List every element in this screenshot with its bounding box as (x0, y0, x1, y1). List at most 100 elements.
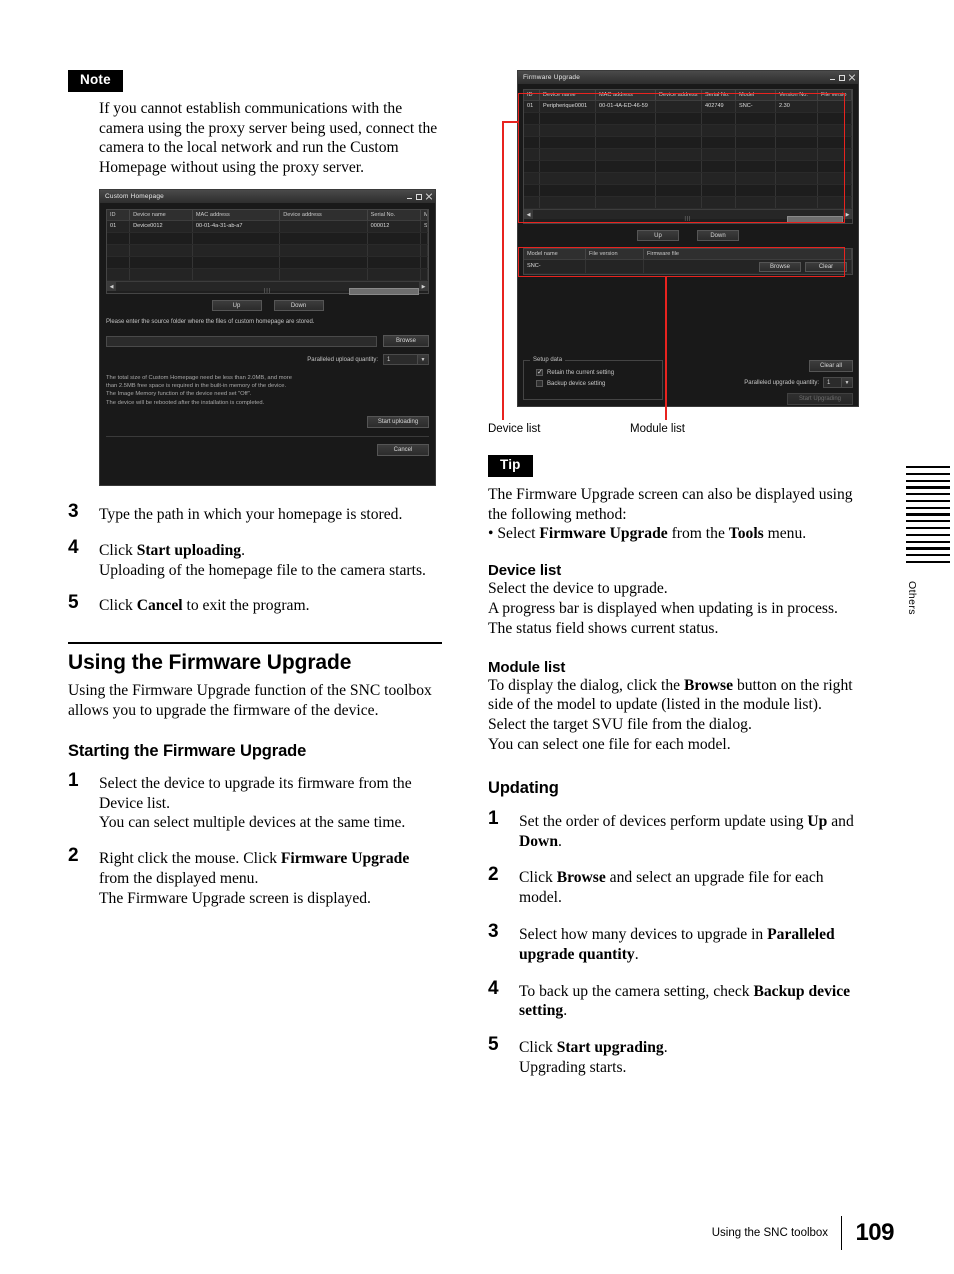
callout-device-list: Device list (488, 423, 541, 435)
ch-path-row: Browse (106, 335, 429, 348)
maximize-icon[interactable] (416, 193, 422, 200)
info-line: The total size of Custom Homepage need b… (106, 375, 292, 382)
fw-quantity-row: Paralleled upgrade quantity: 1 ▼ (744, 377, 853, 388)
step-number: 2 (488, 864, 499, 886)
table-row[interactable] (107, 257, 428, 270)
scroll-right-icon[interactable]: ▶ (419, 282, 428, 292)
custom-homepage-dialog: Custom Homepage ID Device name MAC addre… (99, 189, 436, 487)
scroll-grip-dots: ||| (264, 287, 271, 294)
backup-device-setting-checkbox[interactable]: Backup device setting (536, 380, 662, 387)
scroll-left-icon[interactable]: ◀ (107, 282, 116, 292)
down-button[interactable]: Down (697, 230, 739, 241)
checkbox-label: Retain the current setting (547, 369, 615, 376)
step-number: 4 (488, 977, 499, 999)
cancel-button[interactable]: Cancel (377, 443, 429, 456)
step-1: 1 Select the device to upgrade its firmw… (68, 770, 442, 833)
table-row[interactable] (107, 233, 428, 246)
module-list-highlight-box (518, 247, 845, 277)
left-substeps: 1 Select the device to upgrade its firmw… (68, 770, 442, 909)
close-icon[interactable] (848, 74, 855, 81)
tip-bullet: • Select Firmware Upgrade from the Tools… (488, 525, 807, 543)
side-thumb-tab: Others (906, 466, 950, 615)
tab-rule (906, 466, 950, 469)
maximize-icon[interactable] (839, 74, 845, 81)
browse-button[interactable]: Browse (383, 335, 429, 348)
fw-actions: Clear all Paralleled upgrade quantity: 1… (744, 360, 853, 405)
quantity-stepper[interactable]: 1 ▼ (823, 377, 853, 388)
minimize-icon[interactable] (407, 194, 413, 200)
side-tab-label: Others (906, 581, 918, 616)
clear-all-button[interactable]: Clear all (809, 360, 853, 372)
fw-order-buttons: Up Down (523, 230, 853, 241)
start-upgrading-button[interactable]: Start Upgrading (787, 393, 853, 405)
column-header[interactable]: Device address (280, 210, 368, 221)
tab-rule (906, 499, 950, 503)
info-line: The device will be rebooted after the in… (106, 399, 265, 406)
tab-rule (906, 520, 950, 523)
start-uploading-button[interactable]: Start uploading (367, 415, 429, 428)
chevron-down-icon[interactable]: ▼ (417, 355, 428, 365)
close-icon[interactable] (425, 193, 432, 200)
device-list-leader-horizontal (502, 121, 519, 123)
tab-rule (906, 540, 950, 543)
table-row[interactable] (107, 245, 428, 258)
path-input[interactable] (106, 335, 377, 347)
cell-serial: 000012 (368, 221, 421, 233)
fw-bottom-row: Setup data Retain the current setting Ba… (523, 357, 853, 405)
checkbox-label: Backup device setting (547, 380, 606, 387)
column-header[interactable]: ID (107, 210, 131, 221)
quantity-label: Paralleled upload quantity: (307, 356, 378, 363)
tab-rule (906, 486, 950, 489)
tip-badge-wrap: Tip (488, 455, 862, 477)
note-badge: Note (68, 70, 123, 92)
document-page: Note If you cannot establish communicati… (0, 0, 954, 1274)
tip-badge: Tip (488, 455, 533, 477)
dialog-body: ID Device name MAC address Device addres… (100, 203, 435, 462)
ch-device-table[interactable]: ID Device name MAC address Device addres… (106, 209, 429, 295)
footer-divider (841, 1216, 843, 1250)
section-intro: Using the Firmware Upgrade function of t… (68, 682, 432, 720)
page-title: Using the Firmware Upgrade (68, 642, 442, 675)
step-2: 2 Right click the mouse. Click Firmware … (68, 845, 442, 908)
table-row[interactable] (107, 269, 428, 282)
column-header[interactable]: Serial No. (368, 210, 421, 221)
ch-table-header: ID Device name MAC address Device addres… (107, 210, 428, 222)
horizontal-scrollbar[interactable]: ◀ ||| ▶ (107, 281, 428, 295)
column-header[interactable]: MAC address (193, 210, 281, 221)
ch-instruction: Please enter the source folder where the… (106, 319, 315, 326)
scroll-thumb[interactable] (349, 287, 419, 295)
minimize-icon[interactable] (830, 75, 836, 81)
module-list-text-2: You can select one file for each model. (488, 736, 731, 754)
retain-current-setting-checkbox[interactable]: Retain the current setting (536, 368, 662, 377)
divider (106, 435, 429, 437)
chevron-down-icon[interactable]: ▼ (841, 378, 852, 387)
table-row[interactable]: 01 Device0012 00-01-4a-31-ab-a7 000012 S… (107, 221, 428, 234)
step-number: 2 (68, 845, 79, 867)
column-header[interactable]: Mo (421, 210, 428, 221)
step-body: Click Browse and select an upgrade file … (519, 869, 824, 907)
checkbox-icon[interactable] (536, 368, 543, 377)
step-number: 4 (68, 536, 79, 558)
step-body: Click Cancel to exit the program. (99, 597, 310, 615)
down-button[interactable]: Down (273, 300, 324, 312)
dialog-title-bar: Firmware Upgrade (518, 71, 858, 84)
window-controls (407, 193, 432, 200)
module-list-heading: Module list (488, 658, 566, 676)
step-body: Set the order of devices perform update … (519, 812, 854, 850)
up-button[interactable]: Up (637, 230, 679, 241)
step-3: 3 Select how many devices to upgrade in … (488, 921, 862, 965)
checkbox-icon[interactable] (536, 380, 543, 387)
updating-steps: 1 Set the order of devices perform updat… (488, 808, 862, 1078)
step-number: 1 (68, 769, 79, 791)
section-block: Using the Firmware Upgrade Using the Fir… (68, 642, 442, 721)
step-5: 5 Click Cancel to exit the program. (68, 592, 442, 616)
up-button[interactable]: Up (211, 300, 262, 312)
note-badge-wrap: Note (68, 70, 442, 92)
tab-rule (906, 533, 950, 536)
quantity-stepper[interactable]: 1 ▼ (383, 354, 429, 366)
cell-mac: 00-01-4a-31-ab-a7 (193, 221, 281, 233)
step-3: 3 Type the path in which your homepage i… (68, 501, 442, 525)
step-number: 3 (488, 921, 499, 942)
step-body: Right click the mouse. Click Firmware Up… (99, 850, 410, 907)
column-header[interactable]: Device name (130, 210, 193, 221)
